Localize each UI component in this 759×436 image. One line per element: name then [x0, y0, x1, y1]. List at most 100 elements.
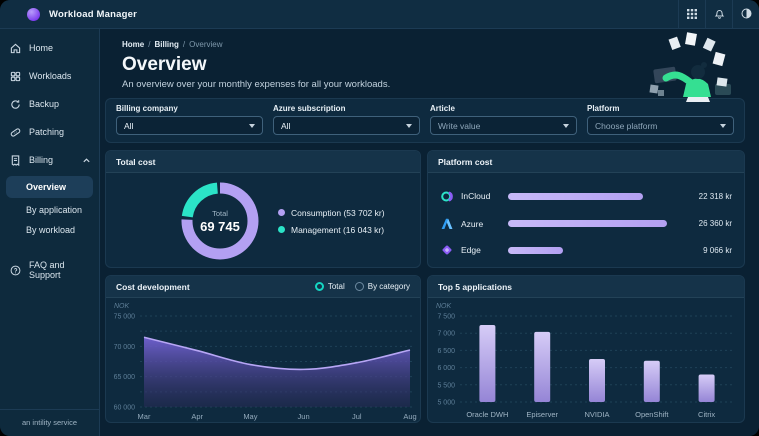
svg-text:May: May — [243, 412, 257, 421]
sidebar: Home Workloads Backup — [0, 28, 100, 436]
platform-row-incloud: InCloud 22 318 kr — [440, 190, 732, 203]
sidebar-item-billing[interactable]: Billing — [0, 146, 99, 174]
platform-bar — [508, 220, 667, 227]
filter-article: Article Write value — [430, 104, 577, 135]
sidebar-item-workloads[interactable]: Workloads — [0, 62, 99, 90]
platform-label: Edge — [461, 245, 501, 255]
radio-total[interactable]: Total — [315, 282, 345, 291]
sidebar-subitem-by-application[interactable]: By application — [0, 200, 99, 220]
patching-icon — [9, 126, 21, 138]
radio-by-category[interactable]: By category — [355, 282, 410, 291]
donut-total-value: 69 745 — [200, 219, 240, 234]
legend-label: Consumption (53 702 kr) — [291, 208, 385, 218]
svg-text:5 500: 5 500 — [437, 382, 455, 389]
filter-platform: Platform Choose platform — [587, 104, 734, 135]
platform-select[interactable]: Choose platform — [587, 116, 734, 135]
svg-text:70 000: 70 000 — [114, 344, 136, 351]
platform-label: Azure — [461, 219, 501, 229]
platform-value: 26 360 kr — [680, 219, 732, 228]
select-placeholder: Write value — [438, 121, 480, 131]
azure-subscription-select[interactable]: All — [273, 116, 420, 135]
svg-text:Citrix: Citrix — [698, 410, 715, 419]
svg-text:NOK: NOK — [436, 303, 452, 310]
legend-label: Management (16 043 kr) — [291, 225, 384, 235]
notifications-bell-icon — [714, 7, 725, 22]
breadcrumb-billing[interactable]: Billing — [154, 40, 178, 49]
notifications-button[interactable] — [705, 0, 732, 28]
platform-cost-card: Platform cost InCloud 22 318 kr — [427, 150, 745, 268]
legend-dot — [278, 226, 285, 233]
sidebar-item-patching[interactable]: Patching — [0, 118, 99, 146]
svg-text:Mar: Mar — [138, 412, 151, 421]
sidebar-subitem-overview[interactable]: Overview — [6, 176, 93, 198]
filter-label: Azure subscription — [273, 104, 420, 113]
workloads-icon — [9, 70, 21, 82]
sidebar-item-label: Workloads — [29, 71, 71, 81]
svg-text:NVIDIA: NVIDIA — [584, 410, 609, 419]
edge-icon — [440, 244, 454, 256]
platform-bar-track — [508, 247, 667, 254]
chevron-down-icon — [720, 124, 726, 128]
svg-text:6 500: 6 500 — [437, 348, 455, 355]
svg-text:Apr: Apr — [191, 412, 203, 421]
svg-text:6 000: 6 000 — [437, 365, 455, 372]
breadcrumb-home[interactable]: Home — [122, 40, 144, 49]
platform-label: InCloud — [461, 191, 501, 201]
chevron-down-icon — [249, 124, 255, 128]
svg-text:7 000: 7 000 — [437, 331, 455, 338]
legend-item-consumption: Consumption (53 702 kr) — [278, 208, 385, 218]
radio-label: By category — [368, 282, 410, 291]
home-icon — [9, 42, 21, 54]
filter-label: Article — [430, 104, 577, 113]
incloud-icon — [440, 190, 454, 203]
chevron-down-icon — [406, 124, 412, 128]
radio-unselected-icon — [355, 282, 364, 291]
select-value: All — [281, 121, 290, 131]
theme-toggle-button[interactable] — [732, 0, 759, 28]
sidebar-item-label: Backup — [29, 99, 59, 109]
card-title: Top 5 applications — [428, 276, 744, 298]
article-select[interactable]: Write value — [430, 116, 577, 135]
azure-icon — [440, 218, 454, 230]
platform-row-edge: Edge 9 066 kr — [440, 244, 732, 256]
cost-development-header: Cost development Total By category — [106, 276, 420, 298]
app-window: Workload Manager — [0, 0, 759, 436]
header-illustration — [642, 32, 737, 107]
cards-row-2: Cost development Total By category 75 00… — [105, 275, 745, 423]
svg-text:Jun: Jun — [298, 412, 310, 421]
svg-text:Episerver: Episerver — [526, 410, 558, 419]
topbar: Workload Manager — [0, 0, 759, 29]
donut-center-text: Total 69 745 — [178, 179, 262, 263]
breadcrumb-current: Overview — [189, 40, 222, 49]
filter-label: Billing company — [116, 104, 263, 113]
sidebar-item-faq-support[interactable]: FAQ and Support — [0, 252, 99, 288]
sidebar-item-backup[interactable]: Backup — [0, 90, 99, 118]
chevron-up-icon — [83, 155, 90, 165]
svg-text:Aug: Aug — [403, 412, 416, 421]
apps-grid-icon — [687, 7, 697, 22]
svg-text:7 500: 7 500 — [437, 314, 455, 321]
sidebar-item-home[interactable]: Home — [0, 34, 99, 62]
card-title: Cost development — [116, 282, 190, 292]
app-logo-icon — [27, 8, 40, 21]
platform-bar-track — [508, 220, 667, 227]
filter-azure-subscription: Azure subscription All — [273, 104, 420, 135]
card-title: Total cost — [106, 151, 420, 173]
donut-legend: Consumption (53 702 kr) Management (16 0… — [278, 208, 385, 235]
svg-text:Jul: Jul — [352, 412, 362, 421]
svg-text:60 000: 60 000 — [114, 405, 136, 412]
platform-bar — [508, 193, 643, 200]
svg-text:Oracle DWH: Oracle DWH — [466, 410, 508, 419]
apps-grid-button[interactable] — [678, 0, 705, 28]
svg-text:75 000: 75 000 — [114, 314, 136, 321]
billing-icon — [9, 154, 21, 166]
cost-development-area-chart: 75 00070 00065 00060 000NOKMarAprMayJunJ… — [106, 298, 420, 423]
sidebar-subitem-by-workload[interactable]: By workload — [0, 220, 99, 240]
platform-bar-track — [508, 193, 667, 200]
billing-company-select[interactable]: All — [116, 116, 263, 135]
service-branding: an intility service — [0, 409, 99, 436]
cost-development-card: Cost development Total By category 75 00… — [105, 275, 421, 423]
cards-row-1: Total cost Total 69 745 Consumption (53 … — [105, 150, 745, 268]
platform-value: 22 318 kr — [680, 192, 732, 201]
theme-toggle-icon — [741, 7, 752, 22]
